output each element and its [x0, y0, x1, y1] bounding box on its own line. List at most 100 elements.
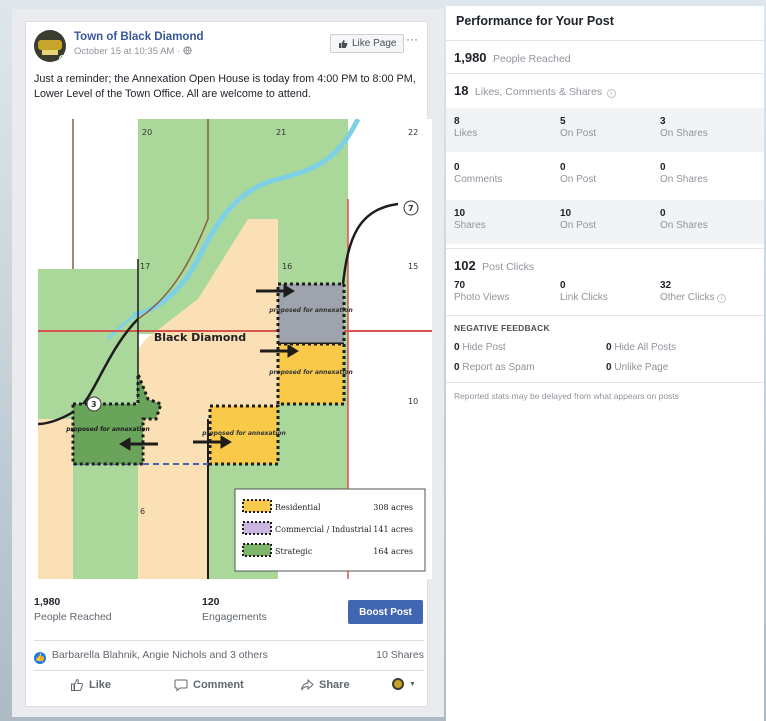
page-avatar-small: [392, 678, 404, 690]
section-number: 6: [140, 507, 145, 516]
divider: [446, 315, 764, 316]
negative-feedback-heading: NEGATIVE FEEDBACK: [454, 323, 550, 333]
legend-acres: 308 acres: [373, 503, 413, 512]
legend-swatch-residential: [242, 499, 272, 513]
comment-label: Comment: [193, 679, 244, 691]
thumbs-up-icon: [339, 39, 348, 48]
map-legend: Residential 308 acres Commercial / Indus…: [234, 488, 426, 572]
section-number: 20: [142, 128, 152, 137]
stat-cell: 5 On Post: [560, 116, 597, 139]
section-number: 16: [282, 262, 292, 271]
post-card: Town of Black Diamond October 15 at 10:3…: [25, 21, 432, 707]
comment-icon: [174, 679, 188, 692]
perf-engage-number: 18: [454, 83, 469, 98]
people-reached-label: People Reached: [34, 611, 112, 623]
unlike-page-stat: 0 Unlike Page: [606, 362, 669, 373]
comments-breakdown-row: 0 Comments 0 On Post 0 On Shares: [446, 154, 764, 198]
like-page-button[interactable]: Like Page: [330, 34, 405, 53]
stat-cell: 0 On Shares: [660, 162, 708, 185]
stat-cell: 3 On Shares: [660, 116, 708, 139]
page-name-link[interactable]: Town of Black Diamond: [74, 31, 204, 43]
stat-cell: 10 On Post: [560, 208, 597, 231]
people-reached-number: 1,980: [34, 596, 61, 608]
stat-cell: 0 On Shares: [660, 208, 708, 231]
shares-breakdown-row: 10 Shares 10 On Post 0 On Shares: [446, 200, 764, 244]
boost-post-button[interactable]: Boost Post: [348, 600, 423, 624]
chevron-down-icon: ▼: [409, 680, 416, 688]
people-reached-stat[interactable]: 1,980 People Reached: [34, 596, 112, 623]
info-icon[interactable]: i: [606, 89, 616, 98]
route-number: 7: [408, 204, 414, 213]
reactors-text[interactable]: Barbarella Blahnik, Angie Nichols and 3 …: [52, 649, 268, 661]
performance-title: Performance for Your Post: [456, 14, 614, 28]
stat-cell: 0 Link Clicks: [560, 280, 608, 303]
comment-button[interactable]: Comment: [174, 678, 244, 692]
post-text: Just a reminder; the Annexation Open Hou…: [34, 73, 416, 100]
green-parcel-left-top: [38, 119, 73, 269]
perf-reached-label: People Reached: [493, 53, 571, 65]
section-number: 22: [408, 128, 418, 137]
like-page-label: Like Page: [352, 38, 397, 49]
engagements-number: 120: [202, 596, 220, 608]
globe-icon: [183, 46, 192, 55]
share-button[interactable]: Share: [300, 678, 350, 692]
stat-cell: 70 Photo Views: [454, 280, 510, 303]
post-container: Town of Black Diamond October 15 at 10:3…: [12, 9, 444, 717]
section-number: 15: [408, 262, 418, 271]
annexation-label: proposed for annexation: [201, 430, 286, 437]
section-number: 21: [276, 128, 286, 137]
legend-label: Residential: [275, 503, 321, 512]
post-as-selector[interactable]: ▼: [392, 678, 416, 690]
annexation-label: proposed for annexation: [268, 369, 353, 376]
engagements-label: Engagements: [202, 611, 267, 623]
online-dot: [59, 55, 66, 62]
annexation-label: proposed for annexation: [268, 307, 353, 314]
town-label: Black Diamond: [154, 331, 246, 344]
annexation-map-image[interactable]: 20 21 22 17 16 15 10 6 7 3 Black Diamond…: [38, 119, 432, 579]
legend-swatch-strategic: [242, 543, 272, 557]
share-label: Share: [319, 679, 350, 691]
divider: [34, 670, 424, 671]
stat-cell: 8 Likes: [454, 116, 478, 139]
people-reached-row: 1,980 People Reached: [446, 40, 764, 72]
post-actions: Like Comment Share ▼: [34, 674, 424, 700]
info-icon[interactable]: i: [717, 294, 727, 303]
performance-panel: Performance for Your Post 1,980 People R…: [446, 6, 764, 721]
legend-swatch-commercial: [242, 521, 272, 535]
perf-clicks-number: 102: [454, 258, 476, 273]
engagements-stat[interactable]: 120 Engagements: [202, 596, 267, 623]
hide-post-stat: 0 Hide Post: [454, 342, 506, 353]
like-button[interactable]: Like: [70, 678, 111, 692]
stat-cell: 10 Shares: [454, 208, 486, 231]
post-header: Town of Black Diamond October 15 at 10:3…: [34, 30, 424, 66]
report-spam-stat: 0 Report as Spam: [454, 362, 535, 373]
more-options-icon[interactable]: ···: [406, 32, 418, 46]
share-icon: [301, 678, 314, 691]
clicks-breakdown-row: 70 Photo Views 0 Link Clicks 32 Other Click…: [446, 272, 764, 316]
legend-label: Strategic: [275, 547, 313, 556]
like-label: Like: [89, 679, 112, 691]
stats-delay-note: Reported stats may be delayed from what …: [454, 391, 679, 401]
hide-all-posts-stat: 0 Hide All Posts: [606, 342, 677, 353]
like-reaction-icon: 👍: [34, 652, 46, 664]
thumbs-up-icon: [71, 678, 83, 691]
legend-acres: 141 acres: [373, 525, 413, 534]
section-number: 17: [140, 262, 150, 271]
likes-breakdown-row: 8 Likes 5 On Post 3 On Shares: [446, 108, 764, 152]
divider: [446, 382, 764, 383]
post-meta: October 15 at 10:35 AM ·: [74, 46, 192, 57]
shares-count[interactable]: 10 Shares: [376, 649, 424, 661]
legend-label: Commercial / Industrial: [275, 525, 372, 534]
annexation-label: proposed for annexation: [65, 426, 150, 433]
perf-engage-label: Likes, Comments & Shares: [474, 86, 603, 98]
divider: [34, 640, 424, 641]
page-avatar[interactable]: [34, 30, 66, 62]
post-timestamp[interactable]: October 15 at 10:35 AM: [74, 46, 174, 57]
town-lower: [38, 419, 73, 579]
route-number: 3: [91, 400, 97, 409]
stat-cell: 0 Comments: [454, 162, 503, 185]
perf-reached-number: 1,980: [454, 50, 487, 65]
legend-acres: 164 acres: [373, 547, 413, 556]
section-number: 10: [408, 397, 418, 406]
town-strip: [138, 464, 208, 579]
